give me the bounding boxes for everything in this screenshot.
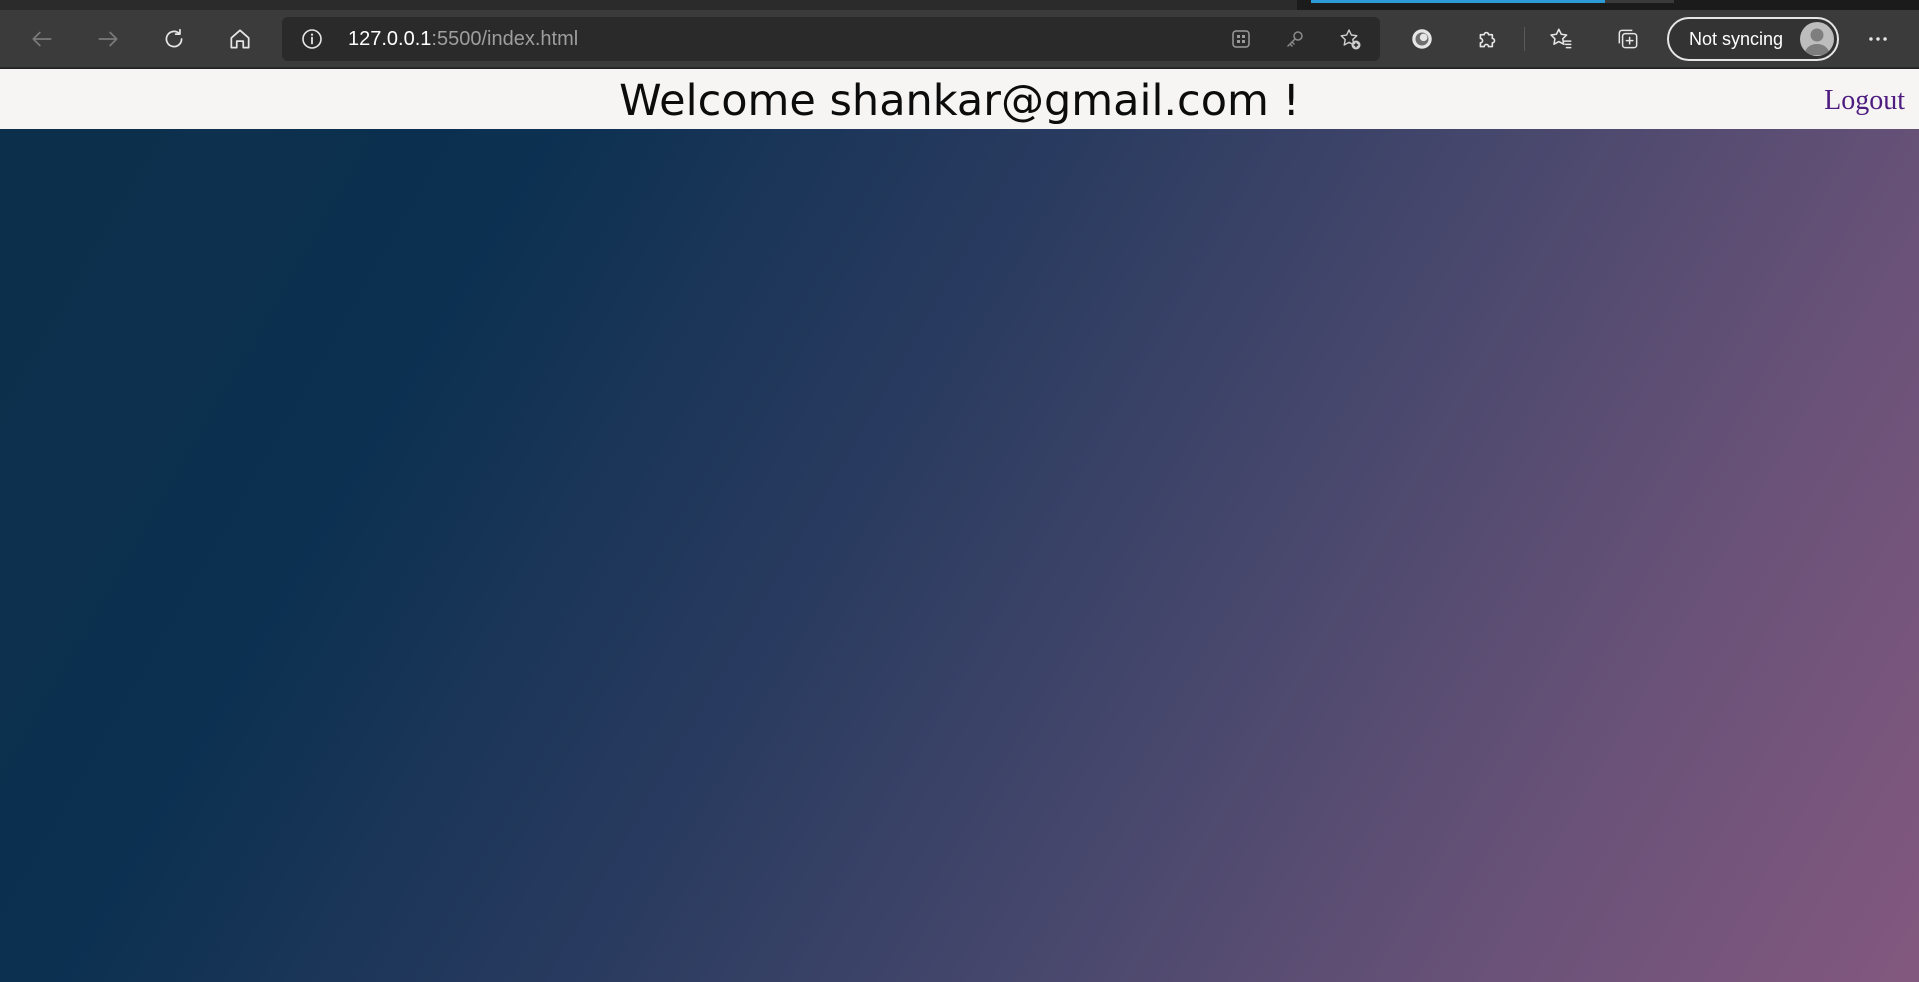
- home-icon[interactable]: [218, 10, 262, 68]
- url-host: 127.0.0.1: [348, 28, 432, 50]
- extension-circle-icon[interactable]: [1400, 10, 1444, 68]
- url-path: :5500/index.html: [431, 28, 579, 50]
- logout-link[interactable]: Logout: [1824, 69, 1905, 133]
- favorites-icon[interactable]: [1539, 10, 1583, 68]
- not-syncing-button[interactable]: Not syncing: [1667, 17, 1839, 61]
- browser-toolbar: 127.0.0.1:5500/index.html Not syncing: [0, 10, 1919, 68]
- avatar-icon: [1800, 22, 1834, 56]
- welcome-heading: Welcome shankar@gmail.com !: [619, 76, 1300, 126]
- collections-icon[interactable]: [1606, 10, 1650, 68]
- info-icon[interactable]: [300, 27, 324, 51]
- back-arrow-icon[interactable]: [20, 10, 64, 68]
- tab-strip-edge: [1605, 0, 1674, 3]
- url-text[interactable]: 127.0.0.1:5500/index.html: [348, 17, 578, 61]
- tab-strip: [0, 0, 1919, 10]
- page-header: Welcome shankar@gmail.com ! Logout: [0, 69, 1919, 129]
- gradient-background: [0, 129, 1919, 982]
- more-dots-icon[interactable]: [1856, 10, 1900, 68]
- toolbar-separator: [1524, 27, 1525, 51]
- sync-label: Not syncing: [1689, 29, 1784, 49]
- page-viewport: Welcome shankar@gmail.com ! Logout: [0, 69, 1919, 982]
- puzzle-icon[interactable]: [1466, 10, 1510, 68]
- apps-grid-icon[interactable]: [1229, 27, 1253, 51]
- refresh-icon[interactable]: [152, 10, 196, 68]
- add-favorite-star-icon[interactable]: [1338, 27, 1362, 51]
- inactive-tabs[interactable]: [0, 0, 1297, 10]
- address-bar[interactable]: 127.0.0.1:5500/index.html: [282, 17, 1380, 61]
- forward-arrow-icon[interactable]: [86, 10, 130, 68]
- key-icon[interactable]: [1283, 27, 1307, 51]
